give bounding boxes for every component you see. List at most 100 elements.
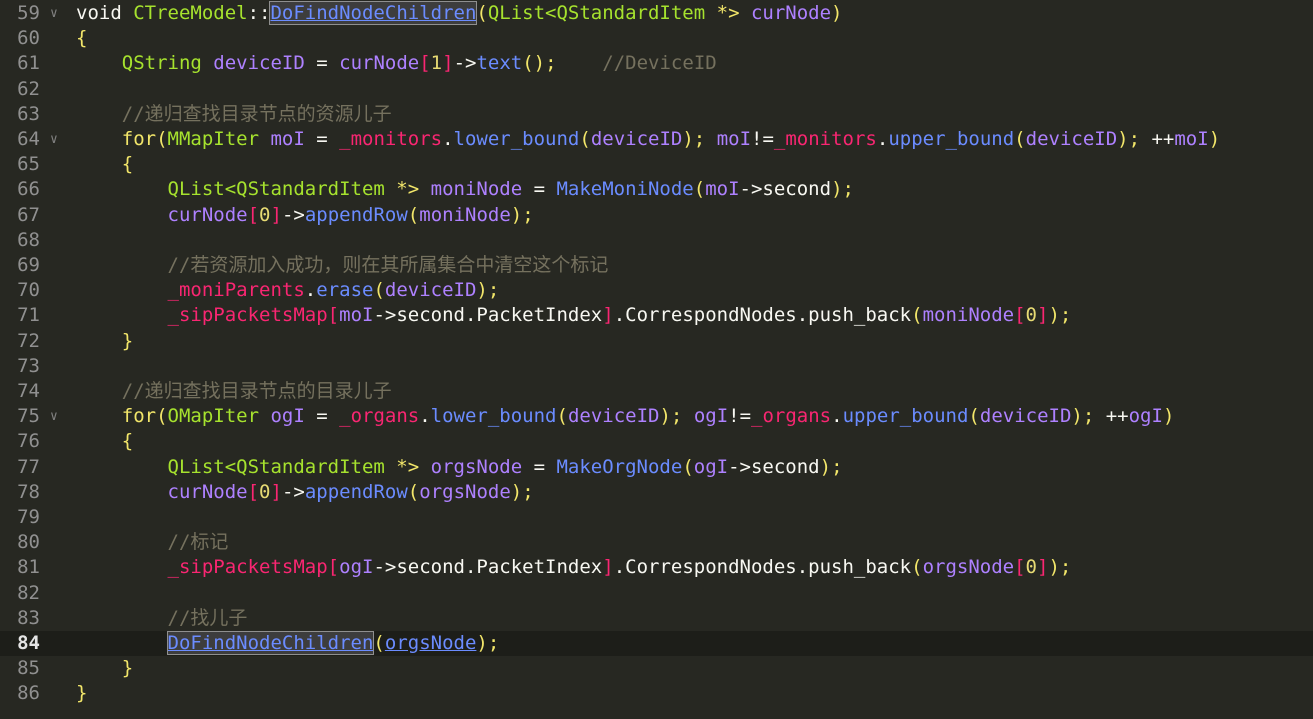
code-text[interactable]: for(MMapIter moI = _monitors.lower_bound… — [76, 127, 1220, 152]
code-token: *> — [396, 455, 431, 478]
code-text[interactable]: //递归查找目录节点的目录儿子 — [76, 379, 392, 404]
line-number: 85 — [17, 657, 40, 680]
code-line[interactable]: 66 QList<QStandardItem *> moniNode = Mak… — [0, 177, 1313, 202]
code-token: [ — [247, 203, 260, 226]
highlighted-symbol[interactable]: DoFindNodeChildren — [166, 631, 375, 655]
code-token: ); — [1048, 304, 1072, 327]
code-token: ( — [911, 556, 923, 579]
code-line[interactable]: 61 QString deviceID = curNode[1]->text()… — [0, 51, 1313, 76]
code-token: MakeMoniNode — [556, 178, 694, 201]
code-text[interactable]: //找儿子 — [76, 606, 248, 631]
line-number: 78 — [17, 480, 40, 503]
code-text[interactable]: _moniParents.erase(deviceID); — [76, 278, 500, 303]
code-line[interactable]: 62 — [0, 77, 1313, 102]
code-text[interactable]: //标记 — [76, 530, 229, 555]
code-text[interactable]: curNode[0]->appendRow(moniNode); — [76, 203, 534, 228]
code-text[interactable]: QList<QStandardItem *> orgsNode = MakeOr… — [76, 455, 843, 480]
code-token: deviceID — [567, 405, 660, 428]
code-token: moI — [270, 128, 305, 150]
code-line[interactable]: 74 //递归查找目录节点的目录儿子 — [0, 379, 1313, 404]
code-line[interactable]: 63 //递归查找目录节点的资源儿子 — [0, 102, 1313, 127]
line-number: 80 — [17, 531, 40, 554]
code-line[interactable]: 78 curNode[0]->appendRow(orgsNode); — [0, 480, 1313, 505]
code-token: :: — [247, 2, 271, 24]
code-line[interactable]: 70 _moniParents.erase(deviceID); — [0, 278, 1313, 303]
code-text[interactable]: //递归查找目录节点的资源儿子 — [76, 102, 392, 127]
code-token: upper_bound — [888, 128, 1015, 150]
code-token: [ — [1014, 556, 1026, 579]
code-token: deviceID — [590, 128, 683, 150]
code-text[interactable]: for(OMapIter ogI = _organs.lower_bound(d… — [76, 404, 1175, 429]
code-token: = — [304, 52, 340, 75]
code-line[interactable]: 85 } — [0, 656, 1313, 681]
code-line[interactable]: 86} — [0, 681, 1313, 706]
code-line[interactable]: 69 //若资源加入成功，则在其所属集合中清空这个标记 — [0, 253, 1313, 278]
code-token: ); — [1048, 556, 1072, 579]
code-line[interactable]: 79 — [0, 505, 1313, 530]
code-text[interactable]: void CTreeModel::DoFindNodeChildren(QLis… — [76, 1, 842, 26]
code-text[interactable]: { — [76, 152, 133, 177]
code-token: *> — [716, 2, 751, 24]
code-token: _monitors — [339, 128, 443, 150]
code-text[interactable]: } — [76, 681, 87, 706]
code-text[interactable]: QString deviceID = curNode[1]->text(); /… — [76, 51, 717, 76]
code-line[interactable]: 73 — [0, 354, 1313, 379]
code-line[interactable]: 72 } — [0, 329, 1313, 354]
code-text[interactable]: } — [76, 656, 133, 681]
line-number: 69 — [17, 254, 40, 276]
code-line[interactable]: 64 ∨ for(MMapIter moI = _monitors.lower_b… — [0, 127, 1313, 152]
code-token: = — [522, 455, 557, 478]
code-line[interactable]: 84 DoFindNodeChildren(orgsNode); — [0, 631, 1313, 656]
code-line[interactable]: 59 ∨ void CTreeModel::DoFindNodeChildren(Q… — [0, 1, 1313, 26]
code-token: moI — [339, 304, 374, 327]
fold-chevron-icon[interactable]: ∨ — [50, 404, 58, 429]
code-text[interactable]: } — [76, 329, 133, 354]
code-line[interactable]: 75 ∨ for(OMapIter ogI = _organs.lower_bou… — [0, 404, 1313, 429]
code-token: = — [304, 128, 340, 150]
code-text[interactable]: curNode[0]->appendRow(orgsNode); — [76, 480, 534, 505]
code-token: . — [304, 279, 317, 302]
code-line[interactable]: 77 QList<QStandardItem *> orgsNode = Mak… — [0, 455, 1313, 480]
code-line[interactable]: 71 _sipPacketsMap[moI->second.PacketInde… — [0, 303, 1313, 328]
code-line[interactable]: 60 { — [0, 26, 1313, 51]
code-token: ) — [1162, 405, 1175, 428]
code-token: moI — [716, 128, 752, 150]
code-line[interactable]: 80 //标记 — [0, 530, 1313, 555]
fold-chevron-icon[interactable]: ∨ — [50, 127, 58, 152]
code-token: orgsNode — [419, 480, 511, 503]
line-number: 71 — [17, 304, 40, 327]
code-token: ] — [602, 556, 614, 579]
code-text[interactable]: { — [76, 26, 87, 51]
code-token: orgsNode — [922, 556, 1015, 579]
code-text[interactable]: _sipPacketsMap[ogI->second.PacketIndex].… — [76, 555, 1072, 580]
code-text[interactable]: { — [76, 429, 133, 454]
code-text[interactable]: //若资源加入成功，则在其所属集合中清空这个标记 — [76, 253, 609, 278]
code-token: upper_bound — [842, 405, 969, 428]
code-text[interactable]: DoFindNodeChildren(orgsNode); — [76, 631, 499, 656]
code-token: OMapIter — [167, 405, 271, 428]
code-line[interactable]: 81 _sipPacketsMap[ogI->second.PacketInde… — [0, 555, 1313, 580]
linked-symbol[interactable]: orgsNode — [385, 632, 477, 654]
code-text[interactable]: QList<QStandardItem *> moniNode = MakeMo… — [76, 177, 854, 202]
code-line[interactable]: 82 — [0, 581, 1313, 606]
code-line[interactable]: 65 { — [0, 152, 1313, 177]
line-number: 82 — [17, 581, 40, 604]
code-line[interactable]: 67 curNode[0]->appendRow(moniNode); — [0, 203, 1313, 228]
fold-chevron-icon[interactable]: ∨ — [50, 1, 58, 26]
code-line[interactable]: 83 //找儿子 — [0, 606, 1313, 631]
code-text[interactable]: _sipPacketsMap[moI->second.PacketIndex].… — [76, 303, 1072, 328]
code-token: [ — [247, 480, 260, 503]
code-line[interactable]: 76 { — [0, 429, 1313, 454]
code-token: ); — [659, 405, 683, 428]
code-editor[interactable]: 59 ∨ void CTreeModel::DoFindNodeChildren(Q… — [0, 0, 1313, 719]
highlighted-symbol[interactable]: DoFindNodeChildren — [269, 1, 478, 25]
code-token: second.PacketIndex — [396, 556, 603, 579]
line-number: 62 — [17, 77, 40, 100]
code-token: ogI — [693, 455, 729, 478]
code-token: -> — [281, 480, 305, 503]
code-line[interactable]: 68 — [0, 228, 1313, 253]
